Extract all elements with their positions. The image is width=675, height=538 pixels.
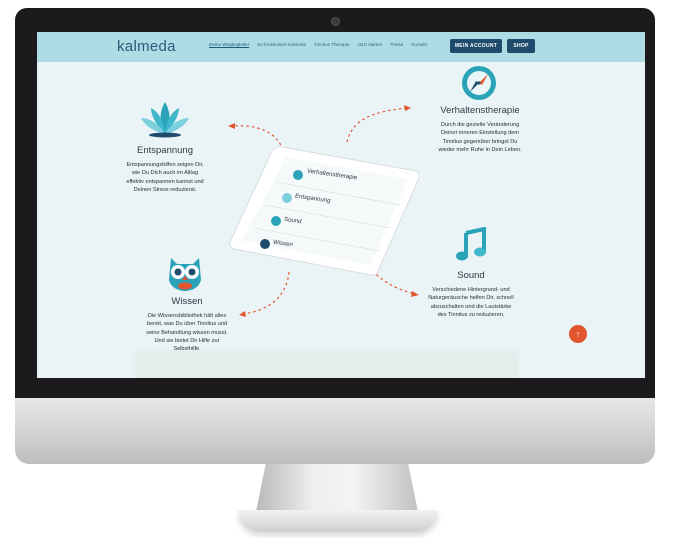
camera-icon bbox=[331, 17, 340, 26]
smartphone-mockup bbox=[229, 146, 420, 276]
arrow-up-icon: ↑ bbox=[575, 329, 581, 339]
monitor-chin bbox=[15, 398, 655, 464]
monitor-stand bbox=[256, 464, 418, 512]
monitor-stand-base bbox=[238, 510, 438, 532]
content-panel-edge bbox=[137, 354, 517, 378]
website-screen: kalmeda Deine Wegbegleiter So funktionie… bbox=[37, 32, 645, 378]
scroll-to-top-button[interactable]: ↑ bbox=[569, 325, 587, 343]
